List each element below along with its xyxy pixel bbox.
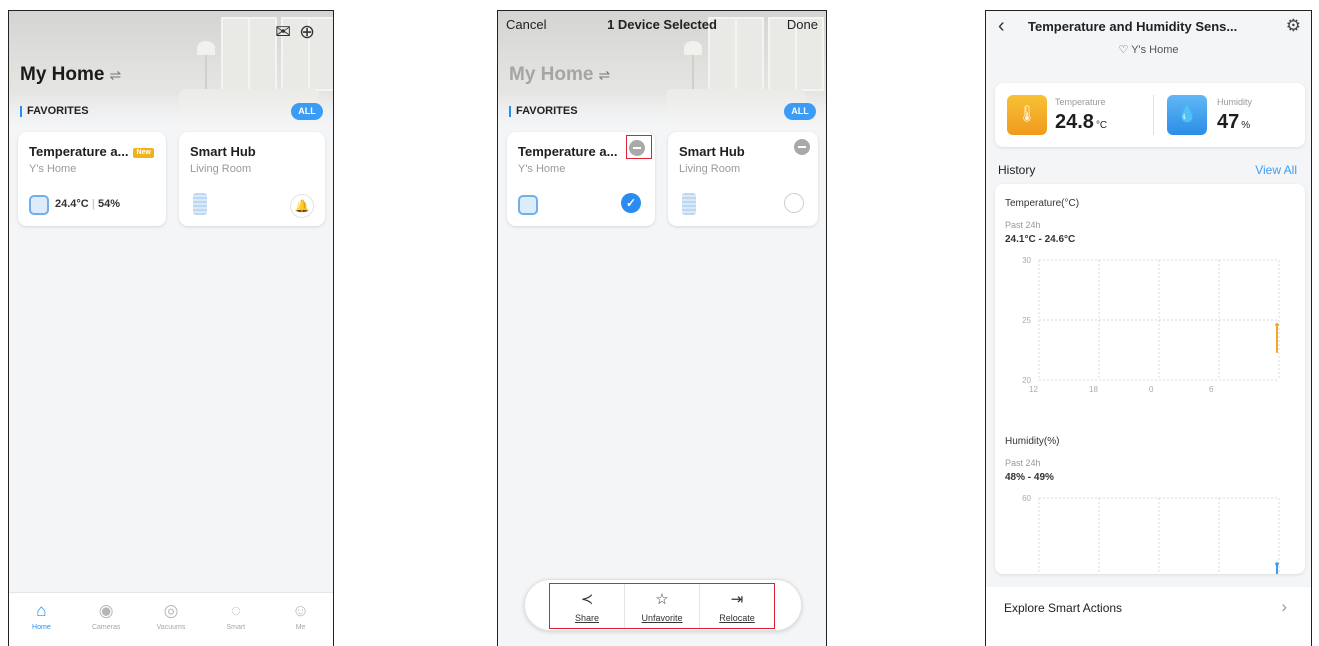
- tab-me[interactable]: ☺ Me: [268, 593, 333, 646]
- tab-smart[interactable]: ◌ Smart: [203, 593, 268, 646]
- actions-highlight: ≺ Share ☆ Unfavorite ⇥ Relocate: [549, 583, 775, 629]
- device-card-temperature[interactable]: Temperature a... New Y's Home 24.4°C | 54…: [18, 132, 166, 226]
- series-point: [1275, 562, 1279, 566]
- person-icon: ☺: [291, 601, 310, 620]
- done-button[interactable]: Done: [787, 17, 818, 32]
- x-tick-label: 6: [1209, 385, 1214, 394]
- history-card[interactable]: Temperature(°C) Past 24h 24.1°C - 24.6°C…: [995, 184, 1305, 574]
- remove-favorite-icon[interactable]: [794, 139, 810, 155]
- bell-icon[interactable]: 🔔: [290, 194, 314, 218]
- humidity-chart: 60: [1022, 494, 1280, 574]
- all-button[interactable]: ALL: [784, 103, 816, 120]
- home-title[interactable]: My Home ⇌: [20, 64, 121, 86]
- location-label: ♡ Y's Home: [1118, 44, 1179, 56]
- x-tick-label: 18: [1089, 385, 1098, 394]
- smart-icon: ◌: [230, 601, 241, 620]
- temperature-chart-title: Temperature(°C): [1005, 198, 1080, 209]
- camera-icon: ◉: [98, 601, 114, 620]
- humidity-chart-range: 48% - 49%: [1005, 472, 1054, 483]
- favorites-label: FAVORITES: [20, 106, 89, 117]
- explore-smart-actions-row[interactable]: Explore Smart Actions ›: [986, 587, 1311, 646]
- chevron-right-icon: ›: [1281, 597, 1287, 616]
- temperature-chart-period: Past 24h: [1005, 220, 1041, 230]
- device-name: Temperature a...: [518, 144, 618, 159]
- device-name: Smart Hub: [679, 144, 745, 159]
- device-title: Temperature and Humidity Sens...: [1028, 19, 1238, 34]
- gear-icon[interactable]: ⚙: [1286, 16, 1301, 36]
- all-button[interactable]: ALL: [291, 103, 323, 120]
- temperature-chart-range: 24.1°C - 24.6°C: [1005, 234, 1076, 245]
- humidity-chart-period: Past 24h: [1005, 458, 1041, 468]
- humidity-drop-icon: 💧: [1167, 95, 1207, 135]
- home-icon: ⌂: [36, 601, 47, 620]
- select-mode-screen: Cancel 1 Device Selected Done My Home ⇌ F…: [497, 10, 827, 646]
- selection-nav-bar: Cancel 1 Device Selected Done: [498, 11, 826, 41]
- selection-action-bar: ≺ Share ☆ Unfavorite ⇥ Relocate: [524, 579, 802, 631]
- selection-title: 1 Device Selected: [607, 17, 717, 32]
- current-readings-card: 🌡 Temperature 24.8 °C 💧 Humidity 47%: [995, 83, 1305, 147]
- history-title: History: [998, 163, 1036, 177]
- temperature-chart: 30 25 2012 18 0 6: [1022, 256, 1280, 394]
- device-room: Living Room: [190, 163, 252, 175]
- detail-nav-bar: ‹ Temperature and Humidity Sens... ⚙ ♡ Y…: [986, 11, 1311, 69]
- view-all-link[interactable]: View All: [1255, 163, 1297, 177]
- switch-home-icon[interactable]: ⇌: [109, 67, 121, 83]
- device-name: Smart Hub: [190, 144, 256, 159]
- thermo-hygrometer-icon: [29, 195, 49, 215]
- humidity-chart-title: Humidity(%): [1005, 436, 1060, 447]
- device-card-smart-hub[interactable]: Smart Hub Living Room: [668, 132, 818, 226]
- add-icon[interactable]: ⊕: [299, 22, 323, 43]
- hub-icon: [193, 193, 207, 215]
- y-tick-label: 20: [1022, 376, 1031, 385]
- bottom-tab-bar: ⌂ Home ◉ Cameras ◎ Vacuums ◌ Smart ☺ Me: [9, 592, 333, 646]
- device-reading: 24.4°C | 54%: [55, 198, 120, 210]
- back-icon[interactable]: ‹: [998, 15, 1005, 38]
- switch-home-icon: ⇌: [598, 67, 611, 83]
- y-tick-label: 60: [1022, 494, 1031, 503]
- device-detail-screen: ‹ Temperature and Humidity Sens... ⚙ ♡ Y…: [985, 10, 1312, 646]
- tab-cameras[interactable]: ◉ Cameras: [74, 593, 139, 646]
- device-card-smart-hub[interactable]: Smart Hub Living Room 🔔: [179, 132, 325, 226]
- device-name: Temperature a... New: [29, 144, 154, 159]
- relocate-button[interactable]: ⇥ Relocate: [700, 584, 774, 628]
- top-actions: ✉⊕: [275, 21, 323, 44]
- share-button[interactable]: ≺ Share: [550, 584, 625, 628]
- relocate-icon: ⇥: [730, 591, 744, 608]
- humidity-value: 47%: [1217, 111, 1251, 133]
- device-card-temperature[interactable]: Temperature a... Y's Home ✓: [507, 132, 655, 226]
- home-title: My Home ⇌: [509, 64, 611, 85]
- remove-favorite-icon[interactable]: [629, 140, 645, 156]
- home-name: My Home: [20, 64, 105, 85]
- temperature-label: Temperature: [1055, 97, 1106, 107]
- unselected-check-icon[interactable]: [784, 193, 804, 213]
- y-tick-label: 25: [1022, 316, 1031, 325]
- x-tick-label: 12: [1029, 385, 1038, 394]
- temperature-value: 24.8 °C: [1055, 111, 1108, 133]
- selected-check-icon[interactable]: ✓: [621, 193, 641, 213]
- mail-icon[interactable]: ✉: [275, 22, 299, 43]
- hub-icon: [682, 193, 696, 215]
- tab-vacuums[interactable]: ◎ Vacuums: [139, 593, 204, 646]
- unfavorite-button[interactable]: ☆ Unfavorite: [625, 584, 700, 628]
- unfavorite-star-icon: ☆: [655, 591, 669, 608]
- series-point: [1275, 323, 1279, 327]
- explore-label: Explore Smart Actions: [1004, 601, 1123, 615]
- home-screen: ✉⊕ My Home ⇌ FAVORITES ALL Temperature a.…: [8, 10, 334, 646]
- tab-home[interactable]: ⌂ Home: [9, 593, 74, 646]
- vacuum-icon: ◎: [163, 601, 179, 620]
- humidity-label: Humidity: [1217, 97, 1253, 107]
- new-badge: New: [133, 147, 154, 158]
- share-icon: ≺: [580, 591, 594, 608]
- favorites-label: FAVORITES: [509, 106, 578, 117]
- thermometer-icon: 🌡: [1007, 95, 1047, 135]
- y-tick-label: 30: [1022, 256, 1031, 265]
- device-room: Y's Home: [29, 163, 77, 175]
- x-tick-label: 0: [1149, 385, 1154, 394]
- thermo-hygrometer-icon: [518, 195, 538, 215]
- device-room: Living Room: [679, 163, 741, 175]
- device-room: Y's Home: [518, 163, 566, 175]
